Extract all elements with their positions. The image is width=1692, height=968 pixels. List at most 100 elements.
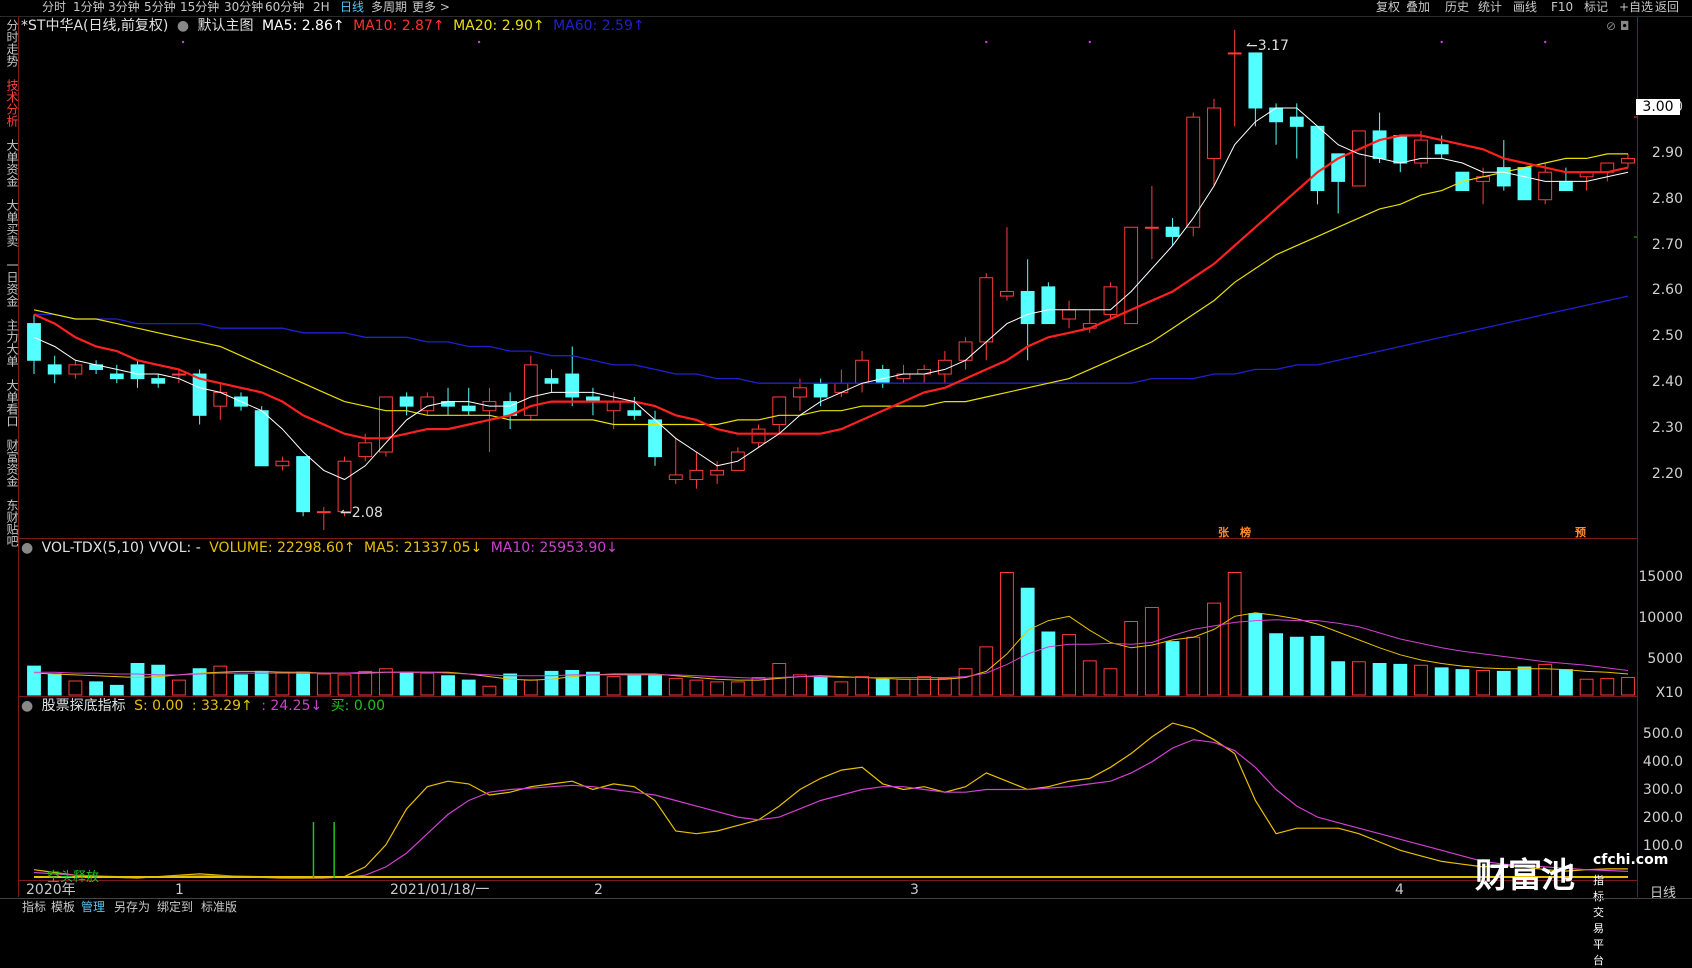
volume-bar <box>1496 670 1511 696</box>
price-tick-5: 2.50 <box>1651 328 1683 345</box>
high-value: 3.17 <box>1257 38 1289 54</box>
volume-bar <box>1144 607 1159 696</box>
candle-body <box>1144 226 1159 229</box>
candle-body <box>1351 130 1366 187</box>
candle-body <box>544 378 559 384</box>
candle-body <box>358 442 373 458</box>
volume-bar <box>1558 669 1573 696</box>
candle-body <box>1227 52 1242 55</box>
zhang-marker[interactable]: 张 <box>1218 524 1229 540</box>
volume-bar <box>171 679 186 696</box>
candle-body <box>151 378 166 384</box>
ind-s-line <box>33 722 1628 879</box>
candle-body <box>171 373 186 376</box>
volume-bar <box>1372 663 1387 696</box>
bottom-tab-0[interactable]: 指标 <box>22 899 46 916</box>
bang-marker[interactable]: 榜 <box>1240 524 1251 540</box>
volume-bar <box>27 665 41 696</box>
arrow-left-icon: ↼ <box>1246 38 1258 54</box>
volume-tick-1: 10000 <box>1638 610 1683 626</box>
candle-body <box>668 474 683 481</box>
candle-body <box>68 364 83 375</box>
volume-bar <box>1269 633 1283 696</box>
bottom-tab-2[interactable]: 管理 <box>81 899 105 916</box>
yu-marker[interactable]: 预 <box>1575 524 1586 540</box>
bottom-tab-5[interactable]: 标准版 <box>201 899 237 916</box>
volume-bar <box>1310 635 1325 696</box>
ma10-line <box>33 134 1629 440</box>
vol-ma10-line <box>34 619 1629 679</box>
volume-bar <box>1227 572 1242 696</box>
volume-bar <box>1579 678 1594 696</box>
volume-bar <box>296 671 311 696</box>
volume-tick-2: 5000 <box>1647 651 1683 667</box>
volume-bar <box>875 678 890 696</box>
volume-bar <box>648 674 662 696</box>
volume-bar <box>109 684 124 696</box>
bottom-tab-4[interactable]: 绑定到 <box>157 899 193 916</box>
magenta-dot <box>1088 40 1091 44</box>
candle-body <box>606 401 621 412</box>
volume-bar <box>316 673 331 696</box>
volume-bar <box>1600 677 1615 696</box>
candle-body <box>47 364 62 375</box>
volume-bar <box>420 672 435 696</box>
volume-bar <box>358 670 373 696</box>
candle-body <box>710 469 725 476</box>
magenta-dot <box>181 40 185 44</box>
candle-body <box>1310 125 1325 192</box>
volume-bar <box>1103 668 1118 696</box>
price-tick-6: 2.40 <box>1651 374 1683 391</box>
volume-bar <box>1476 670 1491 696</box>
bottom-tab-3[interactable]: 另存为 <box>114 899 150 916</box>
volume-bar <box>1062 634 1076 696</box>
price-tick-4: 2.60 <box>1651 282 1683 299</box>
bottom-toolbar: 指标 模板 管理 另存为 绑定到 标准版 <box>0 898 1692 916</box>
candle-body <box>1207 107 1221 159</box>
bottom-tab-1[interactable]: 模板 <box>51 899 75 916</box>
volume-bar <box>565 670 580 696</box>
magenta-dot <box>1543 40 1547 44</box>
candle-body <box>1393 135 1408 164</box>
chart-canvas[interactable] <box>0 0 1692 915</box>
candle-body <box>316 511 331 514</box>
candle-body <box>296 456 311 513</box>
volume-bar <box>1207 602 1221 696</box>
volume-bar <box>1517 666 1532 696</box>
candle-body <box>958 341 973 361</box>
candle-body <box>275 460 290 467</box>
candle-body <box>772 396 787 425</box>
volume-bar <box>1331 661 1346 696</box>
candle-body <box>1165 226 1180 237</box>
price-tick-3: 2.70 <box>1651 236 1683 253</box>
volume-bar <box>689 679 704 696</box>
volume-bar <box>834 681 849 696</box>
volume-bar <box>606 676 621 696</box>
candle-body <box>1496 167 1511 187</box>
magenta-dot <box>985 40 988 44</box>
price-tick-1: 2.90 <box>1651 144 1683 161</box>
candle-body <box>813 382 828 398</box>
volume-bar <box>627 674 642 696</box>
candle-body <box>1062 309 1076 320</box>
volume-bar <box>1393 663 1408 696</box>
candle-body <box>254 410 269 467</box>
volume-bar <box>461 679 476 696</box>
price-tick-2: 2.80 <box>1651 190 1683 207</box>
candle-body <box>27 323 41 361</box>
volume-bar <box>544 670 559 696</box>
indicator-tick-1: 400.0 <box>1642 754 1683 770</box>
date-label-3: 2 <box>594 882 603 898</box>
volume-bar <box>68 680 83 696</box>
candle-body <box>855 359 869 384</box>
volume-bar <box>399 671 414 696</box>
ind-m-line <box>33 739 1629 879</box>
volume-bar <box>1351 661 1366 696</box>
volume-bar <box>275 671 290 696</box>
candle-body <box>689 469 704 481</box>
volume-bar <box>793 674 807 696</box>
watermark-brand: 财富池 <box>1475 856 1575 896</box>
volume-bar <box>813 676 828 696</box>
ma20-line <box>33 153 1628 426</box>
volume-bar <box>234 674 248 696</box>
